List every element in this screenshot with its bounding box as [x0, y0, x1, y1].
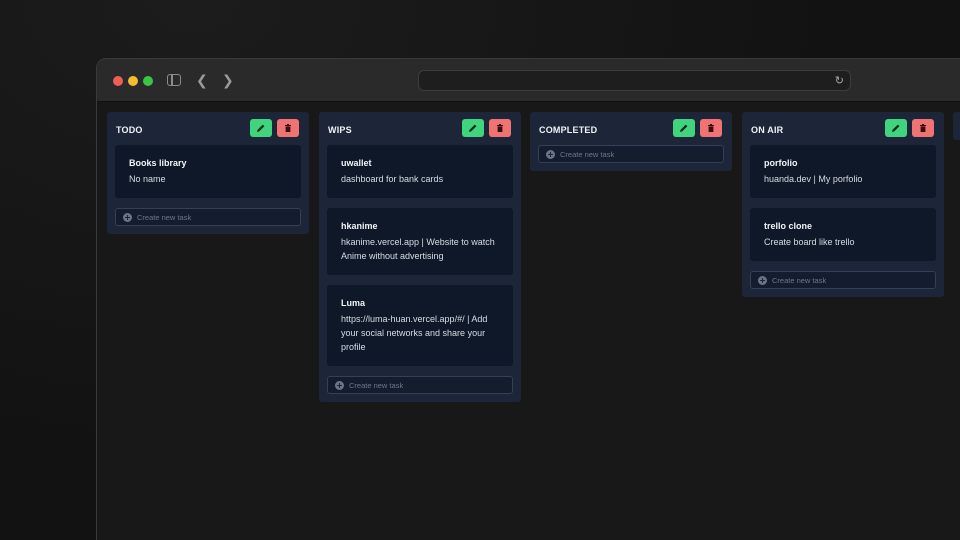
task-description: dashboard for bank cards: [341, 174, 444, 184]
delete-column-button[interactable]: [700, 119, 722, 137]
column-header: WIPS: [327, 112, 513, 145]
create-task-input[interactable]: Create new task: [750, 271, 936, 289]
task-card[interactable]: Luma https://luma-huan.vercel.app/#/ | A…: [327, 285, 513, 366]
column-header: TODO: [115, 112, 301, 145]
delete-column-button[interactable]: [912, 119, 934, 137]
trash-icon: [285, 124, 291, 132]
create-task-placeholder: Create new task: [560, 149, 615, 159]
pencil-icon: [892, 124, 900, 132]
task-description: hkanime.vercel.app | Website to watch An…: [341, 237, 495, 261]
sidebar-toggle-icon[interactable]: [167, 74, 181, 86]
create-task-placeholder: Create new task: [772, 275, 827, 285]
trash-icon: [920, 124, 926, 132]
task-title: Luma: [341, 298, 366, 308]
edit-column-button[interactable]: [673, 119, 695, 137]
column-wips: WIPS uwallet dashboard for bank cards hk…: [319, 112, 521, 402]
back-icon[interactable]: ❮: [196, 74, 208, 88]
column-header: COMPLETED: [538, 112, 724, 145]
column-title: COMPLETED: [539, 125, 598, 135]
kanban-board: TODO Books library No name Create new ta…: [97, 103, 960, 540]
task-description: No name: [129, 174, 166, 184]
column-title: ON AIR: [751, 125, 784, 135]
task-title: porfolio: [764, 158, 798, 168]
browser-toolbar: ❮ ❯ ↻: [97, 59, 960, 102]
forward-icon[interactable]: ❯: [222, 74, 234, 88]
column-header: ON AIR: [750, 112, 936, 145]
task-title: uwallet: [341, 158, 372, 168]
plus-circle-icon: [123, 212, 132, 222]
task-description: huanda.dev | My porfolio: [764, 174, 863, 184]
task-card[interactable]: Books library No name: [115, 145, 301, 198]
task-title: trello clone: [764, 221, 813, 231]
minimize-window-button[interactable]: [128, 76, 138, 86]
column-todo: TODO Books library No name Create new ta…: [107, 112, 309, 234]
delete-column-button[interactable]: [277, 119, 299, 137]
edit-column-button[interactable]: [250, 119, 272, 137]
trash-icon: [497, 124, 503, 132]
pencil-icon: [257, 124, 265, 132]
zoom-window-button[interactable]: [143, 76, 153, 86]
task-card[interactable]: trello clone Create board like trello: [750, 208, 936, 261]
pencil-icon: [469, 124, 477, 132]
task-card[interactable]: hkanime hkanime.vercel.app | Website to …: [327, 208, 513, 275]
column-completed: COMPLETED Create new task: [530, 112, 732, 171]
create-task-placeholder: Create new task: [137, 212, 192, 222]
pencil-icon: [680, 124, 688, 132]
create-task-input[interactable]: Create new task: [538, 145, 724, 163]
close-window-button[interactable]: [113, 76, 123, 86]
create-task-placeholder: Create new task: [349, 380, 404, 390]
task-card[interactable]: uwallet dashboard for bank cards: [327, 145, 513, 198]
create-task-input[interactable]: Create new task: [115, 208, 301, 226]
task-card[interactable]: porfolio huanda.dev | My porfolio: [750, 145, 936, 198]
address-bar[interactable]: ↻: [418, 70, 851, 91]
delete-column-button[interactable]: [489, 119, 511, 137]
task-description: https://luma-huan.vercel.app/#/ | Add yo…: [341, 314, 488, 352]
column-partial: [953, 112, 960, 140]
create-task-input[interactable]: Create new task: [327, 376, 513, 394]
column-title: TODO: [116, 125, 143, 135]
task-title: hkanime: [341, 221, 378, 231]
column-title: WIPS: [328, 125, 352, 135]
trash-icon: [708, 124, 714, 132]
task-description: Create board like trello: [764, 237, 855, 247]
browser-window: ❮ ❯ ↻ TODO Books library No name Create …: [96, 58, 960, 540]
plus-circle-icon: [335, 380, 344, 390]
edit-column-button[interactable]: [885, 119, 907, 137]
plus-circle-icon: [758, 275, 767, 285]
edit-column-button[interactable]: [462, 119, 484, 137]
column-on-air: ON AIR porfolio huanda.dev | My porfolio…: [742, 112, 944, 297]
task-title: Books library: [129, 158, 187, 168]
reload-icon[interactable]: ↻: [835, 74, 844, 87]
plus-circle-icon: [546, 149, 555, 159]
